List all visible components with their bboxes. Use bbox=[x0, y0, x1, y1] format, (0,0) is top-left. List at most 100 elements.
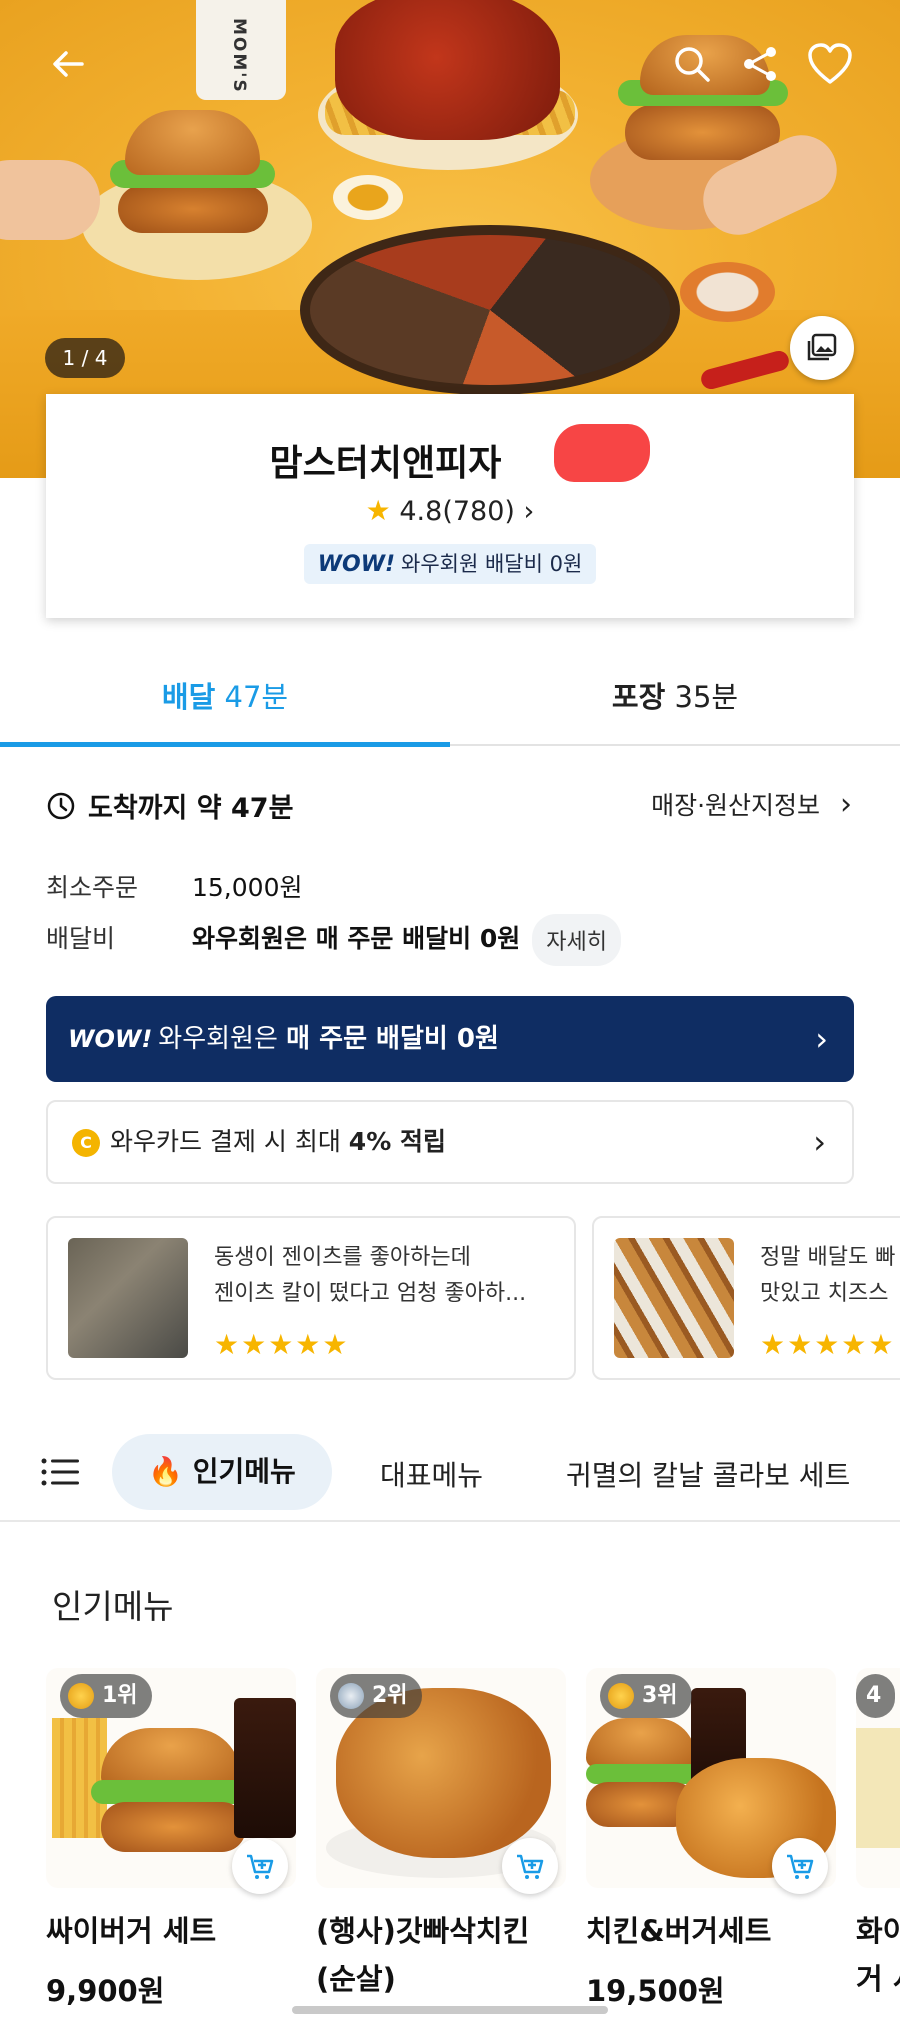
gold-medal-icon bbox=[68, 1683, 94, 1709]
home-indicator[interactable] bbox=[292, 2006, 608, 2014]
review-stars: ★★★★★ bbox=[214, 1328, 350, 1361]
rank-badge: 4 bbox=[856, 1674, 896, 1718]
wow-logo: WOW! bbox=[317, 552, 395, 577]
spicy-chicken bbox=[335, 0, 560, 140]
tab-delivery-label: 배달 bbox=[161, 680, 216, 714]
review-photo bbox=[614, 1238, 734, 1358]
tab-signature-menu[interactable]: 대표메뉴 bbox=[380, 1454, 483, 1494]
bronze-medal-icon bbox=[608, 1683, 634, 1709]
wow-banner-text: 와우회원은 bbox=[158, 1024, 287, 1054]
rating-link[interactable]: ★ 4.8(780) › bbox=[46, 494, 854, 527]
rank-badge: 2위 bbox=[330, 1674, 422, 1718]
review-line: 동생이 젠이츠를 좋아하는데 bbox=[214, 1245, 471, 1270]
menu-item-name: 싸이버거 세트 bbox=[46, 1914, 217, 1948]
wow-badge-text: 와우회원 배달비 0원 bbox=[401, 552, 583, 576]
menu-item-name: 화이 bbox=[856, 1914, 900, 1948]
cup-brand-text: MOM'S bbox=[229, 18, 249, 94]
chevron-right-icon: › bbox=[523, 496, 535, 527]
star-icon: ★ bbox=[365, 494, 391, 527]
wow-badge: WOW! 와우회원 배달비 0원 bbox=[304, 544, 596, 584]
lettuce-graphic bbox=[586, 1764, 701, 1784]
add-to-cart-button[interactable] bbox=[232, 1838, 288, 1894]
lettuce-graphic bbox=[91, 1780, 251, 1804]
tab-pickup-label: 포장 bbox=[611, 680, 666, 714]
burger-bun-graphic bbox=[101, 1728, 241, 1788]
store-name-main: 맘스터치앤피자 bbox=[269, 443, 502, 484]
review-stars: ★★★★★ bbox=[760, 1328, 896, 1361]
menu-item-name-line2: (순살) bbox=[316, 1962, 396, 1996]
menu-item-price: 9,900원 bbox=[46, 1974, 165, 2008]
chevron-right-icon: › bbox=[815, 1020, 828, 1058]
burger-left-bun bbox=[125, 110, 260, 175]
coin-icon: C bbox=[72, 1129, 100, 1157]
store-origin-info-link[interactable]: 매장·원산지정보 › bbox=[651, 786, 852, 822]
burger-bun-graphic bbox=[586, 1718, 696, 1768]
gallery-icon bbox=[807, 333, 837, 361]
cart-plus-icon bbox=[517, 1854, 544, 1879]
review-text: 정말 배달도 빠 맛있고 치즈스 bbox=[760, 1240, 900, 1312]
gallery-button[interactable] bbox=[790, 316, 854, 380]
review-card[interactable]: 정말 배달도 빠 맛있고 치즈스 ★★★★★ bbox=[592, 1216, 900, 1380]
fire-icon: 🔥 bbox=[148, 1455, 184, 1488]
share-icon[interactable] bbox=[738, 42, 782, 86]
back-arrow-icon[interactable] bbox=[46, 42, 90, 86]
tab-popular-menu[interactable]: 🔥 인기메뉴 bbox=[112, 1434, 332, 1510]
min-order-value: 15,000원 bbox=[192, 873, 303, 902]
burger-left-patty bbox=[118, 185, 268, 233]
clock-icon bbox=[47, 792, 75, 819]
dip-cup bbox=[680, 262, 775, 322]
tab-collab-set[interactable]: 귀멸의 칼날 콜라보 세트 bbox=[566, 1454, 850, 1494]
tab-delivery[interactable]: 배달 47분 bbox=[0, 674, 450, 716]
pizza bbox=[300, 225, 680, 395]
rank-label: 2위 bbox=[372, 1683, 408, 1708]
menu-item-name: (행사)갓빠삭치킨 bbox=[316, 1914, 530, 1948]
store-info-label: 매장·원산지정보 bbox=[651, 791, 821, 820]
delivery-fee-value: 와우회원은 매 주문 배달비 0원 bbox=[192, 924, 521, 953]
wow-membership-banner[interactable]: WOW! 와우회원은 매 주문 배달비 0원 › bbox=[46, 996, 854, 1082]
wow-banner-bold-text: 매 주문 배달비 0원 bbox=[286, 1024, 499, 1054]
rank-label: 1위 bbox=[102, 1683, 138, 1708]
min-order-row: 최소주문 15,000원 bbox=[46, 868, 302, 904]
patty-graphic bbox=[101, 1802, 246, 1852]
chevron-right-icon: › bbox=[813, 1123, 826, 1161]
cart-plus-icon bbox=[247, 1854, 274, 1879]
menu-item-card[interactable]: 4 화이 거 서 bbox=[856, 1668, 900, 2008]
tab-pickup[interactable]: 포장 35분 bbox=[450, 674, 900, 716]
list-menu-icon[interactable] bbox=[40, 1456, 80, 1488]
tab-active-indicator bbox=[0, 742, 450, 747]
review-photo bbox=[68, 1238, 188, 1358]
tab-delivery-time: 47분 bbox=[224, 680, 289, 714]
redaction-mark bbox=[554, 424, 650, 482]
rank-badge: 1위 bbox=[60, 1674, 152, 1718]
rank-label: 3위 bbox=[642, 1683, 678, 1708]
menu-item-name-line2: 거 서 bbox=[856, 1962, 900, 1996]
search-icon[interactable] bbox=[670, 42, 714, 86]
order-type-tabs: 배달 47분 포장 35분 bbox=[0, 650, 900, 747]
min-order-label: 최소주문 bbox=[46, 873, 139, 902]
wow-logo: WOW! bbox=[68, 1025, 153, 1053]
menu-item-price: 19,500원 bbox=[586, 1974, 725, 2008]
menu-category-tabs: 🔥 인기메뉴 대표메뉴 귀멸의 칼날 콜라보 세트 bbox=[0, 1430, 900, 1522]
card-banner-bold-text: 4% 적립 bbox=[348, 1127, 446, 1156]
fries-graphic bbox=[52, 1718, 107, 1838]
wow-card-banner[interactable]: C 와우카드 결제 시 최대 4% 적립 › bbox=[46, 1100, 854, 1184]
drink-cup: MOM'S bbox=[196, 0, 286, 100]
arrival-time: 도착까지 약 47분 bbox=[46, 786, 293, 825]
cart-plus-icon bbox=[787, 1854, 814, 1879]
rank-badge: 3위 bbox=[600, 1674, 692, 1718]
heart-icon[interactable] bbox=[806, 42, 854, 86]
section-title: 인기메뉴 bbox=[52, 1587, 174, 1626]
review-line: 맛있고 치즈스 bbox=[760, 1281, 889, 1306]
fee-detail-button[interactable]: 자세히 bbox=[532, 914, 621, 966]
box-graphic bbox=[856, 1728, 900, 1848]
add-to-cart-button[interactable] bbox=[772, 1838, 828, 1894]
image-counter: 1 / 4 bbox=[45, 338, 125, 378]
tab-pickup-time: 35분 bbox=[674, 680, 739, 714]
add-to-cart-button[interactable] bbox=[502, 1838, 558, 1894]
card-banner-text: 와우카드 결제 시 최대 bbox=[110, 1127, 349, 1156]
review-line: 정말 배달도 빠 bbox=[760, 1245, 896, 1270]
review-card[interactable]: 동생이 젠이츠를 좋아하는데 젠이츠 칼이 떴다고 엄청 좋아하... ★★★★… bbox=[46, 1216, 576, 1380]
rating-value: 4.8(780) bbox=[399, 496, 515, 527]
sauce-cup bbox=[333, 175, 403, 220]
store-name: 맘스터치앤피자점 bbox=[46, 434, 854, 486]
